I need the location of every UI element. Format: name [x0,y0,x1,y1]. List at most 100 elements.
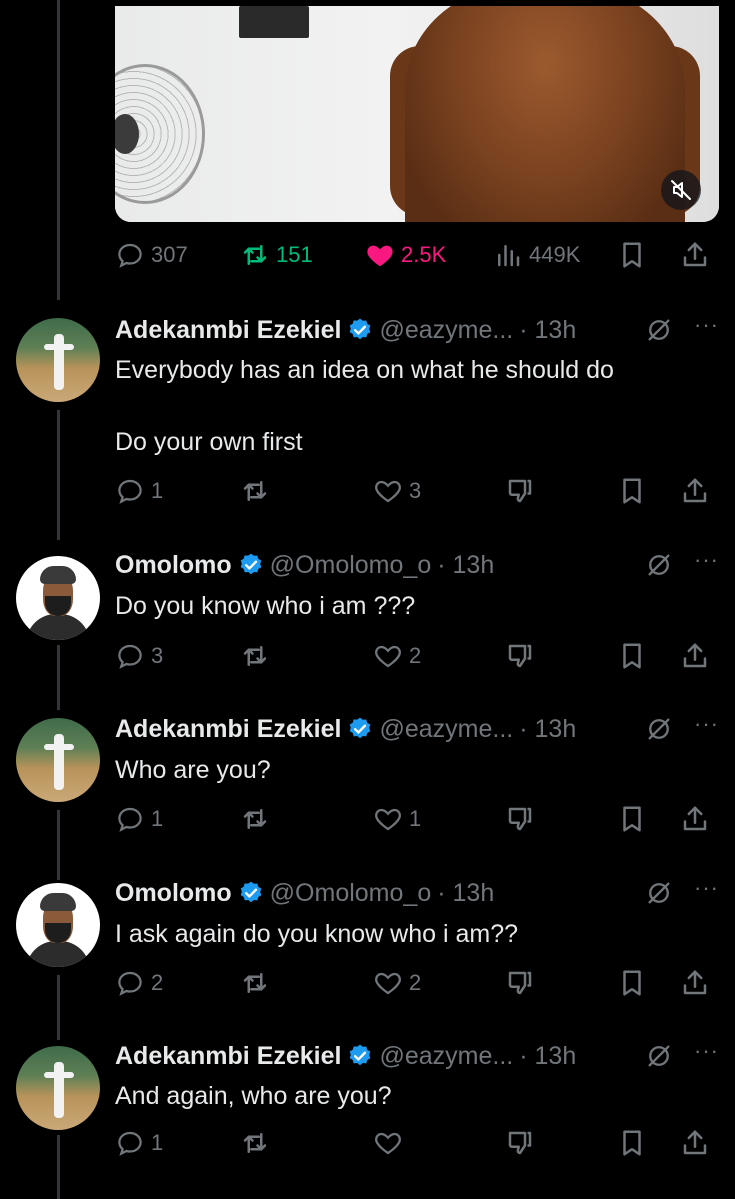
like-button[interactable]: 2 [373,968,421,998]
reply-button[interactable]: 1 [115,804,163,834]
author-handle[interactable]: @Omolomo_o [270,879,432,908]
views-button[interactable]: 449K [493,240,580,270]
tweet-header: Omolomo @Omolomo_o · 13h ··· [115,547,719,581]
repost-icon [243,245,267,265]
reply-button[interactable]: 3 [115,641,163,671]
share-button[interactable] [680,1128,710,1158]
repost-icon [243,481,267,501]
mute-button[interactable] [661,170,701,210]
thread-line [57,0,60,300]
thread-line [57,1135,60,1199]
author-handle[interactable]: @eazyme... [379,316,513,345]
downvote-button[interactable] [505,804,535,834]
views-count: 449K [529,242,581,267]
share-button[interactable] [680,240,710,270]
thumbs-down-icon [508,971,532,995]
reply-icon [118,807,142,832]
author-handle[interactable]: @eazyme... [379,715,513,744]
post-video[interactable] [115,6,719,222]
tweet-actions: 1 3 [115,476,717,506]
bookmark-button[interactable] [617,240,647,270]
downvote-button[interactable] [505,1128,535,1158]
grok-icon[interactable] [645,1042,673,1070]
repost-button[interactable] [240,476,270,506]
bookmark-button[interactable] [617,804,647,834]
like-button[interactable]: 3 [373,476,421,506]
bookmark-icon [623,643,641,669]
person-torso [405,6,685,222]
downvote-button[interactable] [505,968,535,998]
like-button[interactable]: 1 [373,804,421,834]
like-button[interactable]: 2 [373,641,421,671]
bookmark-button[interactable] [617,1128,647,1158]
share-button[interactable] [680,968,710,998]
more-options-button[interactable]: ··· [694,312,719,338]
grok-icon[interactable] [645,551,673,579]
avatar[interactable] [16,1046,100,1130]
grok-icon[interactable] [645,316,673,344]
wall-frame [239,6,309,38]
post-time[interactable]: · 13h [519,1042,576,1071]
avatar[interactable] [16,718,100,802]
author-name[interactable]: Adekanmbi Ezekiel [115,1042,341,1071]
speaker-muted-icon [671,180,691,200]
more-options-button[interactable]: ··· [694,875,719,901]
reply-icon [118,479,142,504]
repost-button[interactable] [240,804,270,834]
author-name[interactable]: Adekanmbi Ezekiel [115,715,341,744]
verified-badge-icon [350,318,371,340]
repost-count: 151 [276,242,313,267]
thread-line [57,975,60,1040]
bookmark-button[interactable] [617,476,647,506]
avatar[interactable] [16,556,100,640]
reply-button[interactable]: 1 [115,1128,163,1158]
like-button[interactable]: 2.5K [365,240,446,270]
bookmark-button[interactable] [617,641,647,671]
post-time[interactable]: · 13h [437,879,494,908]
heart-icon [375,1132,401,1155]
repost-icon [243,809,267,829]
bookmark-icon [623,806,641,832]
more-options-button[interactable]: ··· [694,711,719,737]
author-handle[interactable]: @Omolomo_o [270,551,432,580]
post-time[interactable]: · 13h [437,551,494,580]
verified-badge-icon [350,1044,371,1066]
grok-icon[interactable] [645,879,673,907]
like-count: 2 [409,643,422,668]
more-options-button[interactable]: ··· [694,547,719,573]
more-options-button[interactable]: ··· [694,1038,719,1064]
repost-icon [243,646,267,666]
avatar[interactable] [16,883,100,967]
reply-count: 1 [151,1130,164,1155]
repost-button[interactable]: 151 [240,240,313,270]
grok-icon[interactable] [645,715,673,743]
tweet-actions: 2 2 [115,968,717,998]
author-handle[interactable]: @eazyme... [379,1042,513,1071]
post-time[interactable]: · 13h [519,316,576,345]
like-count: 1 [409,806,422,831]
post-time[interactable]: · 13h [519,715,576,744]
repost-button[interactable] [240,641,270,671]
reply-count: 3 [151,643,164,668]
reply-button[interactable]: 1 [115,476,163,506]
reply-count: 1 [151,478,164,503]
share-button[interactable] [680,476,710,506]
tweet-actions: 3 2 [115,641,717,671]
avatar[interactable] [16,318,100,402]
repost-button[interactable] [240,968,270,998]
repost-button[interactable] [240,1128,270,1158]
reply-icon [118,243,142,268]
like-button[interactable] [373,1128,409,1158]
author-name[interactable]: Adekanmbi Ezekiel [115,316,341,345]
reply-count: 1 [151,806,164,831]
bookmark-button[interactable] [617,968,647,998]
share-button[interactable] [680,804,710,834]
downvote-button[interactable] [505,476,535,506]
like-count: 2.5K [401,242,447,267]
author-name[interactable]: Omolomo [115,879,232,908]
downvote-button[interactable] [505,641,535,671]
reply-button[interactable]: 307 [115,240,188,270]
share-button[interactable] [680,641,710,671]
reply-button[interactable]: 2 [115,968,163,998]
author-name[interactable]: Omolomo [115,551,232,580]
